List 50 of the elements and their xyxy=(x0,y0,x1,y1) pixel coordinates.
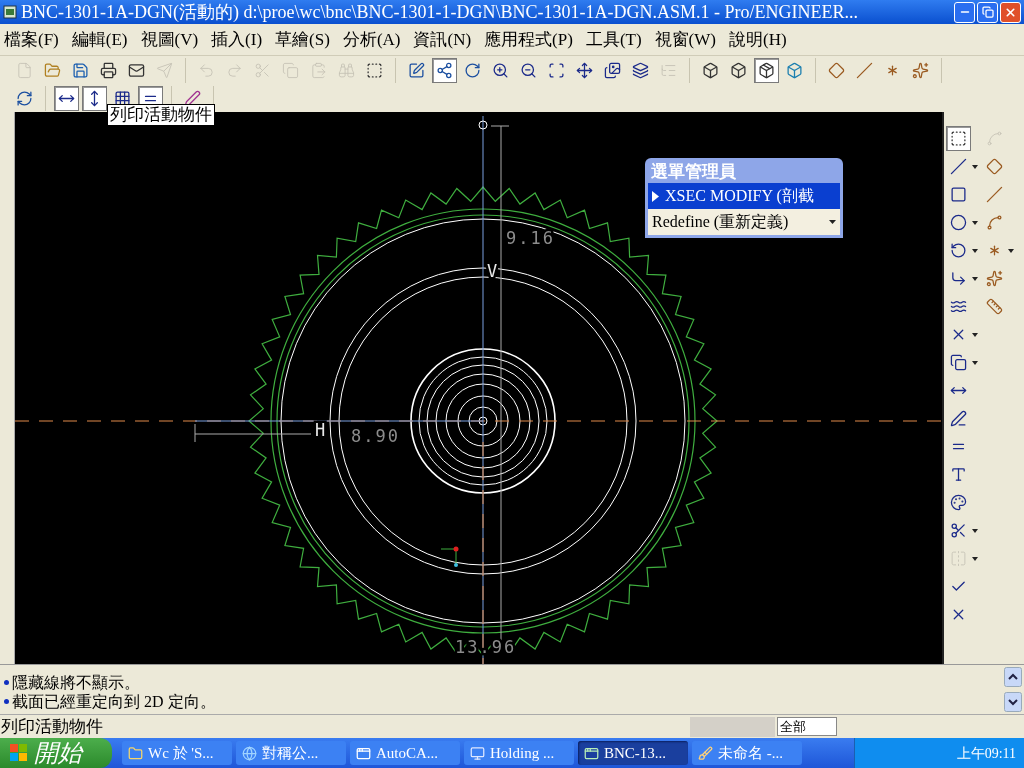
filter-dropdown[interactable]: 全部 xyxy=(777,717,837,736)
menu-item[interactable]: 應用程式(P) xyxy=(484,26,573,53)
message-text: 截面已經重定向到 2D 定向。 xyxy=(12,692,216,711)
taskbar-button[interactable]: AutoCA... xyxy=(350,741,460,765)
dimension-value: 8.90 xyxy=(351,426,400,446)
menu-item[interactable]: 工具(T) xyxy=(585,26,642,53)
status-text: 列印活動物件 xyxy=(0,715,104,738)
panel-title: 選單管理員 xyxy=(650,161,737,183)
restore-icon xyxy=(981,6,994,18)
menu-item[interactable]: 插入(I) xyxy=(211,26,263,53)
monitor-icon xyxy=(470,745,485,761)
taskbar-button[interactable]: BNC-13... xyxy=(578,741,688,765)
menu-item[interactable]: 草繪(S) xyxy=(275,26,330,53)
brush-icon xyxy=(698,745,713,761)
taskbar-button[interactable]: 對稱公... xyxy=(236,741,346,765)
scroll-down-icon[interactable] xyxy=(1004,692,1022,712)
message-text: 隱藏線將不顯示。 xyxy=(12,673,140,692)
menu-item[interactable]: 視窗(W) xyxy=(654,26,716,53)
bullet-icon xyxy=(4,680,9,685)
menu-item[interactable]: 視圖(V) xyxy=(140,26,199,53)
axis-label: H xyxy=(315,420,328,440)
menu-item[interactable]: 編輯(E) xyxy=(71,26,128,53)
clock: 上午09:11 xyxy=(956,744,1016,763)
globe-icon xyxy=(242,745,257,761)
dimension-value: 9.16 xyxy=(506,228,555,248)
menu-item[interactable]: Redefine (重新定義) xyxy=(648,209,840,235)
restore-button[interactable] xyxy=(977,1,998,23)
app-icon xyxy=(3,5,17,19)
close-icon xyxy=(1004,5,1017,19)
app-icon xyxy=(356,745,371,761)
minimize-button[interactable] xyxy=(954,1,975,23)
menu-item[interactable]: 檔案(F) xyxy=(4,26,59,53)
menu-item[interactable]: 資訊(N) xyxy=(413,26,472,53)
bullet-icon xyxy=(4,699,9,704)
window-title: BNC-1301-1A-DGN(活動的) d:\proe\wc\bnc\BNC-1301-1-DGN\BNC-1301-1A-DGN.ASM.1 - Pro/ENGINEER... xyxy=(21,1,859,23)
tooltip: 列印活動物件 xyxy=(107,104,215,126)
windows-logo-icon xyxy=(10,744,28,762)
taskbar-button[interactable]: Holding ... xyxy=(464,741,574,765)
folder-icon xyxy=(128,745,143,761)
taskbar-button[interactable]: Wc 於 'S... xyxy=(122,741,232,765)
start-button[interactable]: 開始 xyxy=(0,738,112,768)
scroll-up-icon[interactable] xyxy=(1004,667,1022,687)
menu-item[interactable]: 說明(H) xyxy=(728,26,787,53)
triangle-icon xyxy=(652,190,659,202)
taskbar-button[interactable]: 未命名 -... xyxy=(692,741,802,765)
menu-item[interactable]: XSEC MODIFY (剖截 xyxy=(648,183,840,209)
app-icon xyxy=(584,745,599,761)
close-button[interactable] xyxy=(1000,1,1021,23)
scroll-bar[interactable] xyxy=(1004,665,1024,714)
menu-item[interactable]: 分析(A) xyxy=(342,26,401,53)
